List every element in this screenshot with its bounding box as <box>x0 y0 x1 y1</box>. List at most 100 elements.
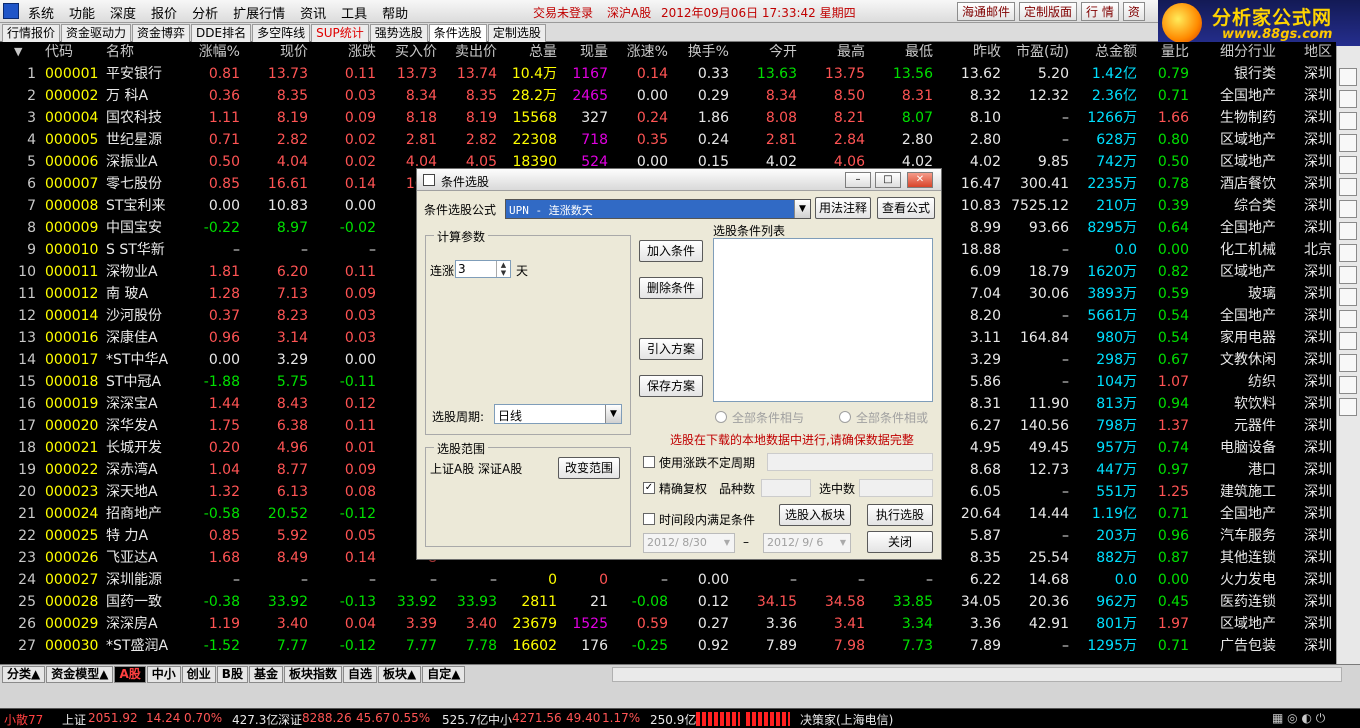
sort-marker-icon[interactable]: ▼ <box>14 42 22 62</box>
table-row[interactable]: 26 000029 深深房A 1.19 3.40 0.04 3.39 3.40 23679 152… <box>0 613 1336 635</box>
column-header[interactable]: 涨速% <box>612 42 668 62</box>
gear-icon[interactable] <box>1339 398 1357 416</box>
etf-icon[interactable] <box>1339 354 1357 372</box>
bottom-tab[interactable]: 分类▲ <box>2 666 46 683</box>
exact-adjust-checkbox[interactable]: ✓ <box>643 482 655 494</box>
column-header[interactable]: 地区 <box>1284 42 1332 62</box>
radio-and[interactable] <box>715 411 727 423</box>
bottom-tab[interactable]: 创业 <box>181 666 216 683</box>
toolbar-button[interactable]: 定制版面 <box>1019 2 1078 21</box>
bottom-tab[interactable]: 中小 <box>146 666 181 683</box>
toolbar-button[interactable]: 行 情 <box>1081 2 1119 21</box>
minimize-button[interactable]: – <box>845 172 871 188</box>
import-scheme-button[interactable]: 引入方案 <box>639 338 703 360</box>
menu-item[interactable]: 工具 <box>341 3 367 22</box>
execute-button[interactable]: 执行选股 <box>867 504 933 526</box>
column-header[interactable]: 名称 <box>106 42 176 62</box>
column-header[interactable]: 总量 <box>501 42 557 62</box>
view-formula-button[interactable]: 查看公式 <box>877 197 935 219</box>
table-row[interactable]: 1 000001 平安银行 0.81 13.73 0.11 13.73 13.74 10.4万 1… <box>0 63 1336 85</box>
column-header[interactable]: 涨跌 <box>312 42 376 62</box>
calc-icon[interactable] <box>1339 288 1357 306</box>
table-row[interactable]: 2 000002 万 科A 0.36 8.35 0.03 8.34 8.35 28.2万 2465… <box>0 85 1336 107</box>
column-header[interactable]: 细分行业 <box>1198 42 1276 62</box>
change-range-button[interactable]: 改变范围 <box>558 457 620 479</box>
delete-condition-button[interactable]: 删除条件 <box>639 277 703 299</box>
chevron-down-icon[interactable]: ▼ <box>605 405 621 423</box>
toolbar-button[interactable]: 资 <box>1122 2 1145 21</box>
tab[interactable]: 多空阵线 <box>252 24 311 42</box>
chevron-down-icon[interactable]: ▼ <box>794 200 810 218</box>
grid-icon[interactable] <box>1339 266 1357 284</box>
close-button[interactable]: 关闭 <box>867 531 933 553</box>
menu-item[interactable]: 帮助 <box>382 3 408 22</box>
status-user[interactable]: 小散77 <box>4 711 43 728</box>
arrow-icon[interactable] <box>1339 376 1357 394</box>
column-header[interactable]: 换手% <box>672 42 729 62</box>
tab[interactable]: SUP统计 <box>311 24 369 42</box>
table-row[interactable]: 24 000027 深圳能源 – – – – –0 0–0.00– – –6.22 14.68 0.0 0… <box>0 569 1336 591</box>
chevron-down-icon[interactable]: ▼ <box>836 534 850 552</box>
param-input[interactable]: 3 ▲ ▼ <box>455 260 511 278</box>
column-header[interactable]: 昨收 <box>937 42 1001 62</box>
fiz-icon[interactable] <box>1339 200 1357 218</box>
radio-or[interactable] <box>839 411 851 423</box>
column-header[interactable]: 现量 <box>560 42 608 62</box>
bottom-tab[interactable]: 自选 <box>342 666 377 683</box>
column-header[interactable]: 今开 <box>733 42 797 62</box>
date-from-picker[interactable]: 2012/ 8/30 ▼ <box>643 533 735 553</box>
column-header[interactable]: 量比 <box>1141 42 1189 62</box>
chevron-down-icon[interactable]: ▼ <box>720 534 734 552</box>
column-header[interactable]: 最高 <box>801 42 865 62</box>
bars-icon[interactable] <box>1339 90 1357 108</box>
fx-icon[interactable] <box>1339 222 1357 240</box>
maximize-button[interactable]: □ <box>875 172 901 188</box>
menu-item[interactable]: 资讯 <box>300 3 326 22</box>
list-icon[interactable] <box>1339 134 1357 152</box>
save-scheme-button[interactable]: 保存方案 <box>639 375 703 397</box>
tab[interactable]: DDE排名 <box>191 24 252 42</box>
column-header[interactable]: 总金额 <box>1073 42 1137 62</box>
table-row[interactable]: 3 000004 国农科技 1.11 8.19 0.09 8.18 8.19 15568 327 0… <box>0 107 1336 129</box>
date-to-picker[interactable]: 2012/ 9/ 6 ▼ <box>763 533 851 553</box>
bottom-tab[interactable]: 资金模型▲ <box>46 666 114 683</box>
split-icon[interactable] <box>1339 310 1357 328</box>
menu-item[interactable]: 分析 <box>192 3 218 22</box>
bottom-tab[interactable]: 基金 <box>248 666 283 683</box>
menu-item[interactable]: 深度 <box>110 3 136 22</box>
tab[interactable]: 定制选股 <box>487 24 546 42</box>
bottom-tab[interactable]: 自定▲ <box>422 666 466 683</box>
column-header[interactable]: 卖出价 <box>441 42 497 62</box>
toolbar-button[interactable]: 海通邮件 <box>957 2 1016 21</box>
table-row[interactable]: 27 000030 *ST盛润A -1.52 7.77 -0.12 7.77 7.78 1660… <box>0 635 1336 657</box>
column-header[interactable]: 买入价 <box>380 42 437 62</box>
bottom-tab[interactable]: 板块▲ <box>378 666 422 683</box>
candle-icon[interactable] <box>1339 112 1357 130</box>
close-window-button[interactable]: ✕ <box>907 172 933 188</box>
formula-select[interactable]: UPN - 连涨数天 ▼ <box>505 199 811 219</box>
f10-icon[interactable] <box>1339 178 1357 196</box>
fio-icon[interactable] <box>1339 156 1357 174</box>
column-header[interactable]: 代码 <box>45 42 97 62</box>
chart-icon[interactable] <box>1339 68 1357 86</box>
column-header[interactable]: 涨幅% <box>180 42 240 62</box>
bottom-tab[interactable]: A股 <box>114 666 146 683</box>
table-row[interactable]: 25 000028 国药一致 -0.38 33.92 -0.13 33.92 33.93 281… <box>0 591 1336 613</box>
horizontal-scrollbar[interactable] <box>612 667 1342 682</box>
bottom-tab[interactable]: 板块指数 <box>283 666 342 683</box>
add-condition-button[interactable]: 加入条件 <box>639 240 703 262</box>
period-select[interactable]: 日线 ▼ <box>494 404 622 424</box>
bottom-tab[interactable]: B股 <box>216 666 248 683</box>
spinner-icon[interactable]: ▲ ▼ <box>496 261 510 277</box>
table-row[interactable]: 4 000005 世纪星源 0.71 2.82 0.02 2.81 2.82 22308 718 0… <box>0 129 1336 151</box>
menu-item[interactable]: 扩展行情 <box>233 3 285 22</box>
tab[interactable]: 资金博弈 <box>132 24 191 42</box>
rect-icon[interactable] <box>1339 332 1357 350</box>
menu-item[interactable]: 功能 <box>69 3 95 22</box>
tab[interactable]: 行情报价 <box>2 24 61 42</box>
no-period-checkbox[interactable] <box>643 456 655 468</box>
tab[interactable]: 资金驱动力 <box>61 24 132 42</box>
menu-item[interactable]: 报价 <box>151 3 177 22</box>
condition-list[interactable] <box>713 238 933 402</box>
menu-item[interactable]: 系统 <box>28 3 54 22</box>
